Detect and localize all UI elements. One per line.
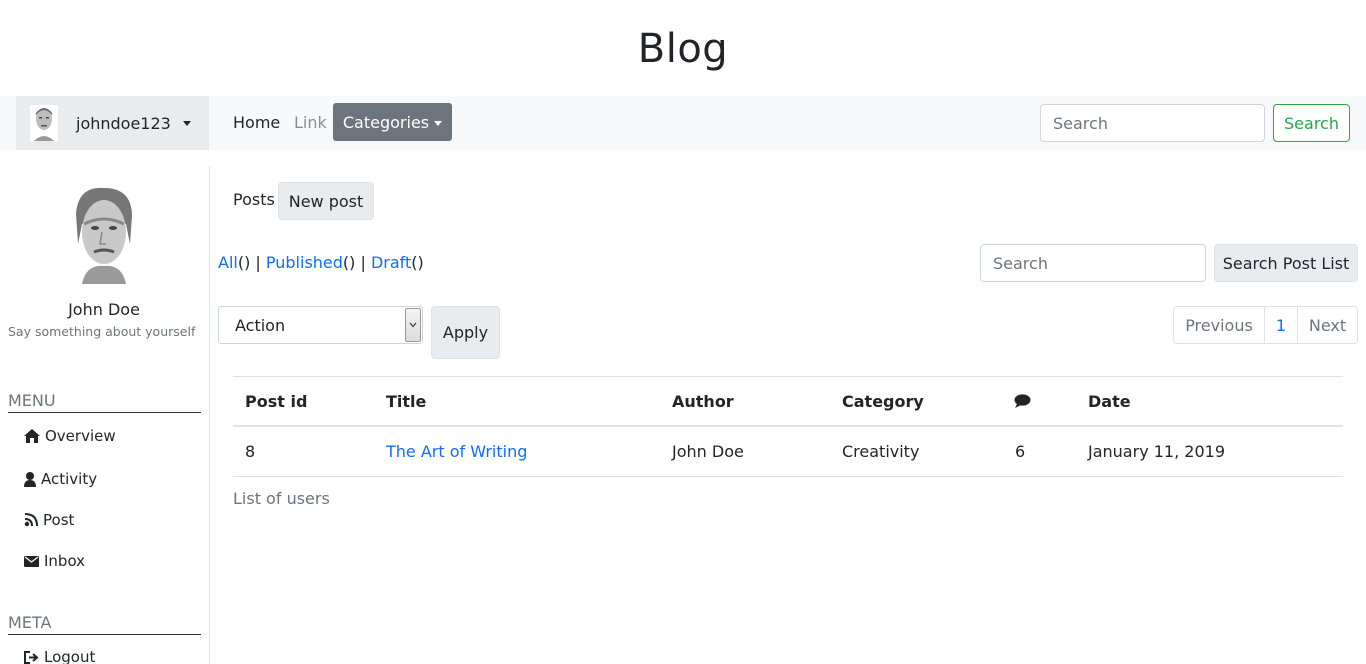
site-title: Blog (637, 26, 729, 72)
sidebar-item-label: Activity (41, 470, 98, 488)
comment-icon (1014, 377, 1031, 425)
username-label: johndoe123 (76, 113, 171, 133)
header-post-id: Post id (245, 391, 308, 411)
user-icon (24, 471, 36, 487)
rss-icon (24, 513, 38, 527)
header-author: Author (672, 391, 734, 411)
menu-heading: MENU (8, 391, 201, 413)
cell-author: John Doe (672, 442, 744, 461)
navbar-search-input[interactable] (1040, 104, 1265, 142)
cell-post-id: 8 (245, 442, 256, 461)
sidebar-item-label: Logout (44, 648, 96, 664)
search-post-list-button[interactable]: Search Post List (1214, 244, 1358, 282)
meta-heading: META (8, 613, 201, 635)
home-icon (24, 429, 40, 443)
categories-dropdown-button[interactable]: Categories (333, 103, 452, 141)
nav-link[interactable]: Link (294, 96, 327, 150)
pagination: Previous 1 Next (1173, 306, 1358, 344)
cell-category: Creativity (842, 442, 920, 461)
post-title-link[interactable]: The Art of Writing (386, 427, 527, 476)
header-date: Date (1088, 391, 1131, 411)
sign-out-icon (24, 650, 39, 664)
posts-label: Posts (233, 190, 275, 209)
pagination-page-1[interactable]: 1 (1265, 307, 1298, 343)
filter-published-link[interactable]: Published (266, 253, 343, 272)
cell-date: January 11, 2019 (1088, 442, 1225, 461)
sidebar-item-inbox[interactable]: Inbox (24, 552, 85, 570)
sidebar-item-label: Inbox (44, 552, 86, 570)
envelope-icon (24, 555, 39, 567)
chevron-down-icon (405, 308, 421, 342)
post-list-search-input[interactable] (980, 244, 1206, 282)
profile-name: John Doe (68, 300, 140, 319)
user-dropdown[interactable]: johndoe123 (16, 96, 209, 150)
profile-avatar (66, 184, 142, 284)
list-of-users-label: List of users (233, 489, 330, 508)
new-post-button[interactable]: New post (278, 182, 374, 220)
top-navbar: johndoe123 Home Link Categories Search (0, 96, 1366, 150)
nav-home-link[interactable]: Home (233, 96, 280, 150)
bulk-action-select[interactable]: Action (218, 306, 423, 344)
cell-comments: 6 (1015, 442, 1026, 461)
filter-all-link[interactable]: All (218, 253, 238, 272)
table-row: 8 The Art of Writing John Doe Creativity… (233, 427, 1343, 477)
categories-label: Categories (342, 112, 430, 132)
header-category: Category (842, 391, 924, 411)
user-avatar (30, 105, 58, 141)
bulk-action-value: Action (235, 315, 286, 335)
posts-table: Post id Title Author Category Date 8 The… (233, 376, 1343, 477)
filter-draft-link[interactable]: Draft (371, 253, 411, 272)
sidebar-item-label: Overview (45, 427, 116, 445)
sidebar-item-activity[interactable]: Activity (24, 470, 97, 488)
navbar-search-button[interactable]: Search (1273, 104, 1350, 142)
sidebar-item-overview[interactable]: Overview (24, 427, 116, 445)
chevron-down-icon (434, 120, 443, 126)
chevron-down-icon (183, 121, 191, 126)
profile-bio: Say something about yourself (8, 324, 196, 339)
apply-button[interactable]: Apply (431, 306, 500, 359)
pagination-next[interactable]: Next (1298, 307, 1357, 343)
sidebar-item-label: Post (43, 511, 75, 529)
post-status-filters: All() | Published() | Draft() (218, 253, 424, 272)
header-title: Title (386, 391, 427, 411)
pagination-previous[interactable]: Previous (1174, 307, 1265, 343)
sidebar: John Doe Say something about yourself ME… (0, 166, 210, 664)
table-header-row: Post id Title Author Category Date (233, 377, 1343, 427)
sidebar-item-logout[interactable]: Logout (24, 648, 95, 664)
sidebar-item-post[interactable]: Post (24, 511, 74, 529)
